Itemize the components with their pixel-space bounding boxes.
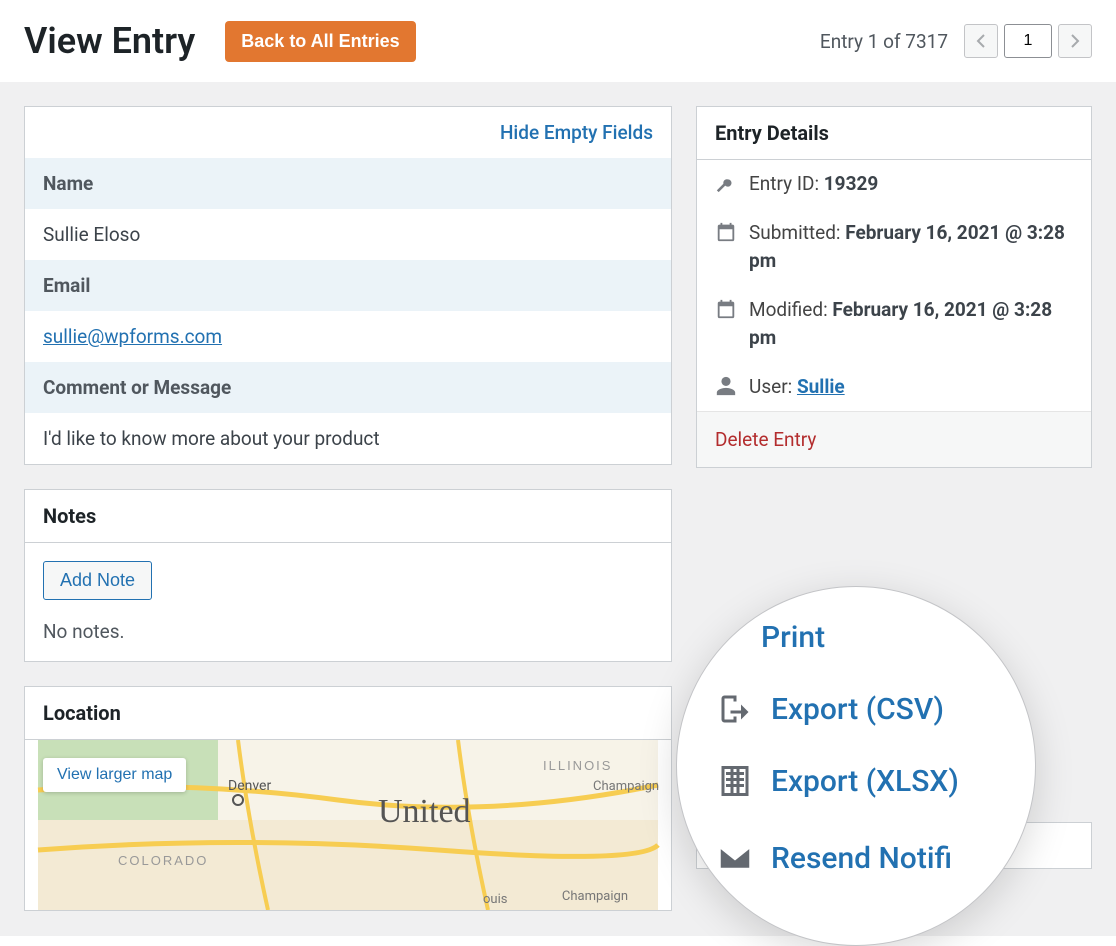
top-left: View Entry Back to All Entries bbox=[24, 20, 416, 62]
detail-entry-id: Entry ID: 19329 bbox=[697, 160, 1091, 209]
mail-icon bbox=[717, 840, 753, 876]
key-icon bbox=[715, 172, 737, 194]
top-right: Entry 1 of 7317 bbox=[820, 24, 1092, 58]
location-panel: Location View larger map Champaign Unite… bbox=[24, 686, 672, 911]
field-label-name: Name bbox=[25, 158, 671, 209]
prev-entry-button[interactable] bbox=[964, 24, 998, 58]
next-entry-button[interactable] bbox=[1058, 24, 1092, 58]
view-larger-map-button[interactable]: View larger map bbox=[43, 758, 186, 792]
location-body[interactable]: View larger map Champaign United COLORAD… bbox=[25, 740, 671, 910]
field-value-comment: I'd like to know more about your product bbox=[25, 413, 671, 464]
location-title: Location bbox=[25, 687, 671, 740]
email-link[interactable]: sullie@wpforms.com bbox=[43, 325, 222, 348]
page-title: View Entry bbox=[24, 20, 195, 62]
detail-modified: Modified: February 16, 2021 @ 3:28 pm bbox=[697, 286, 1091, 363]
left-column: Hide Empty Fields Name Sullie Eloso Emai… bbox=[24, 106, 672, 912]
svg-text:Champaign: Champaign bbox=[593, 779, 659, 794]
content-area: Hide Empty Fields Name Sullie Eloso Emai… bbox=[0, 82, 1116, 936]
page-number-input[interactable] bbox=[1004, 24, 1052, 58]
export-icon bbox=[717, 691, 753, 727]
export-xlsx-action[interactable]: Export (XLSX) bbox=[717, 745, 995, 817]
chevron-left-icon bbox=[976, 34, 986, 48]
user-icon bbox=[715, 375, 737, 397]
svg-text:Champaign: Champaign bbox=[562, 889, 628, 904]
back-to-entries-button[interactable]: Back to All Entries bbox=[225, 21, 415, 62]
pager bbox=[964, 24, 1092, 58]
entry-details-title: Entry Details bbox=[697, 107, 1091, 160]
print-action[interactable]: Print bbox=[717, 602, 995, 673]
detail-user: User: Sullie bbox=[697, 363, 1091, 412]
field-label-comment: Comment or Message bbox=[25, 362, 671, 413]
svg-text:COLORADO: COLORADO bbox=[118, 853, 208, 868]
user-link[interactable]: Sullie bbox=[797, 375, 845, 398]
right-column: Entry Details Entry ID: 19329 Submitted:… bbox=[696, 106, 1092, 912]
field-value-email: sullie@wpforms.com bbox=[25, 311, 671, 362]
svg-text:ILLINOIS: ILLINOIS bbox=[543, 758, 612, 773]
field-label-email: Email bbox=[25, 260, 671, 311]
svg-text:ouis: ouis bbox=[483, 892, 508, 907]
no-notes-text: No notes. bbox=[43, 620, 653, 643]
calendar-icon bbox=[715, 298, 737, 320]
entry-details-panel: Entry Details Entry ID: 19329 Submitted:… bbox=[696, 106, 1092, 468]
resend-notification-action[interactable]: Resend Notifi bbox=[717, 822, 995, 894]
notes-title: Notes bbox=[25, 490, 671, 543]
svg-text:Denver: Denver bbox=[228, 778, 271, 794]
notes-body: Add Note No notes. bbox=[25, 543, 671, 661]
field-value-name: Sullie Eloso bbox=[25, 209, 671, 260]
add-note-button[interactable]: Add Note bbox=[43, 561, 152, 600]
zoom-overlay: Print Export (CSV) Export (XLSX) Resend … bbox=[676, 586, 1036, 946]
notes-panel: Notes Add Note No notes. bbox=[24, 489, 672, 662]
detail-submitted: Submitted: February 16, 2021 @ 3:28 pm bbox=[697, 209, 1091, 286]
export-csv-action[interactable]: Export (CSV) bbox=[717, 673, 995, 745]
entry-count: Entry 1 of 7317 bbox=[820, 30, 948, 53]
svg-text:United: United bbox=[378, 793, 471, 830]
spreadsheet-icon bbox=[717, 763, 753, 799]
delete-entry-link[interactable]: Delete Entry bbox=[715, 428, 816, 451]
fields-panel: Hide Empty Fields Name Sullie Eloso Emai… bbox=[24, 106, 672, 465]
top-bar: View Entry Back to All Entries Entry 1 o… bbox=[0, 0, 1116, 82]
calendar-icon bbox=[715, 221, 737, 243]
hide-empty-fields-link[interactable]: Hide Empty Fields bbox=[25, 107, 671, 158]
chevron-right-icon bbox=[1070, 34, 1080, 48]
delete-row: Delete Entry bbox=[697, 411, 1091, 467]
